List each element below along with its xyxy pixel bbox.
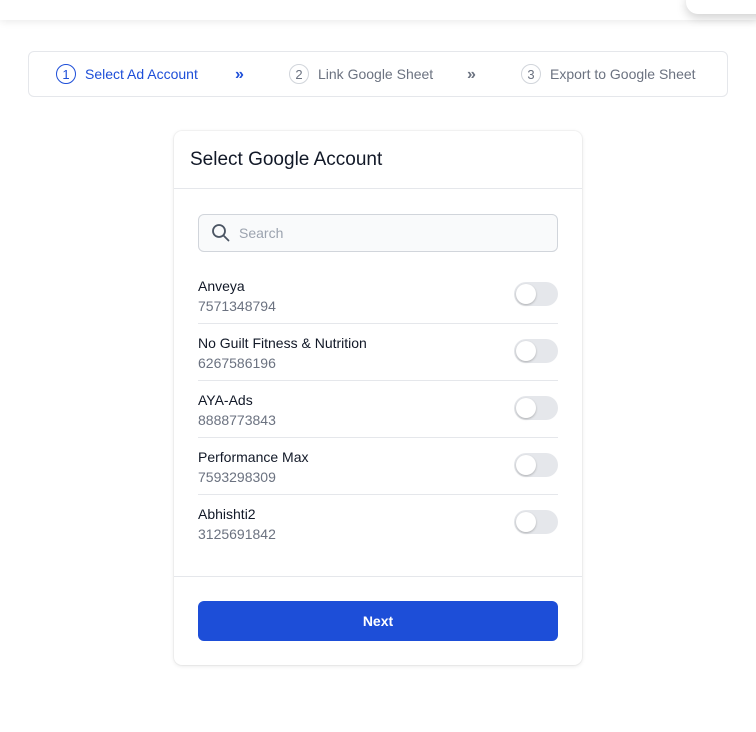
account-id: 8888773843 <box>198 412 276 428</box>
step-link-google-sheet[interactable]: 2 Link Google Sheet <box>289 64 433 84</box>
step-number: 1 <box>56 64 76 84</box>
account-toggle[interactable] <box>514 510 558 534</box>
step-number: 2 <box>289 64 309 84</box>
account-list: Anveya 7571348794 No Guilt Fitness & Nut… <box>198 267 558 552</box>
account-toggle[interactable] <box>514 396 558 420</box>
card-header: Select Google Account <box>174 131 582 189</box>
account-id: 3125691842 <box>198 526 276 542</box>
account-toggle[interactable] <box>514 453 558 477</box>
step-label: Select Ad Account <box>85 66 198 82</box>
account-toggle[interactable] <box>514 282 558 306</box>
account-item: Performance Max 7593298309 <box>198 438 558 495</box>
account-name: Performance Max <box>198 449 309 465</box>
step-label: Link Google Sheet <box>318 66 434 82</box>
search-input[interactable] <box>239 225 539 241</box>
toggle-knob <box>516 341 536 361</box>
account-item: AYA-Ads 8888773843 <box>198 381 558 438</box>
toggle-knob <box>516 398 536 418</box>
toggle-knob <box>516 284 536 304</box>
next-button[interactable]: Next <box>198 601 558 641</box>
account-name: No Guilt Fitness & Nutrition <box>198 335 367 351</box>
account-item: No Guilt Fitness & Nutrition 6267586196 <box>198 324 558 381</box>
footer-divider <box>174 576 582 577</box>
search-box[interactable] <box>198 214 558 252</box>
account-item: Anveya 7571348794 <box>198 267 558 324</box>
account-name: AYA-Ads <box>198 392 253 408</box>
top-bar <box>0 0 756 20</box>
step-export-to-google-sheet[interactable]: 3 Export to Google Sheet <box>521 64 696 84</box>
account-id: 7571348794 <box>198 298 276 314</box>
stepper: 1 Select Ad Account » 2 Link Google Shee… <box>28 51 728 97</box>
account-name: Abhishti2 <box>198 506 256 522</box>
toggle-knob <box>516 512 536 532</box>
toggle-knob <box>516 455 536 475</box>
step-label: Export to Google Sheet <box>550 66 696 82</box>
account-item: Abhishti2 3125691842 <box>198 495 558 552</box>
select-account-card: Select Google Account Anveya 7571348794 … <box>174 131 582 665</box>
account-id: 7593298309 <box>198 469 276 485</box>
account-toggle[interactable] <box>514 339 558 363</box>
top-bar-corner <box>686 0 756 14</box>
search-icon <box>212 224 230 242</box>
card-title: Select Google Account <box>190 149 383 170</box>
double-chevron-right-icon: » <box>235 66 244 83</box>
account-id: 6267586196 <box>198 355 276 371</box>
account-name: Anveya <box>198 278 245 294</box>
double-chevron-right-icon: » <box>467 66 476 83</box>
step-number: 3 <box>521 64 541 84</box>
step-select-ad-account[interactable]: 1 Select Ad Account <box>56 64 198 84</box>
